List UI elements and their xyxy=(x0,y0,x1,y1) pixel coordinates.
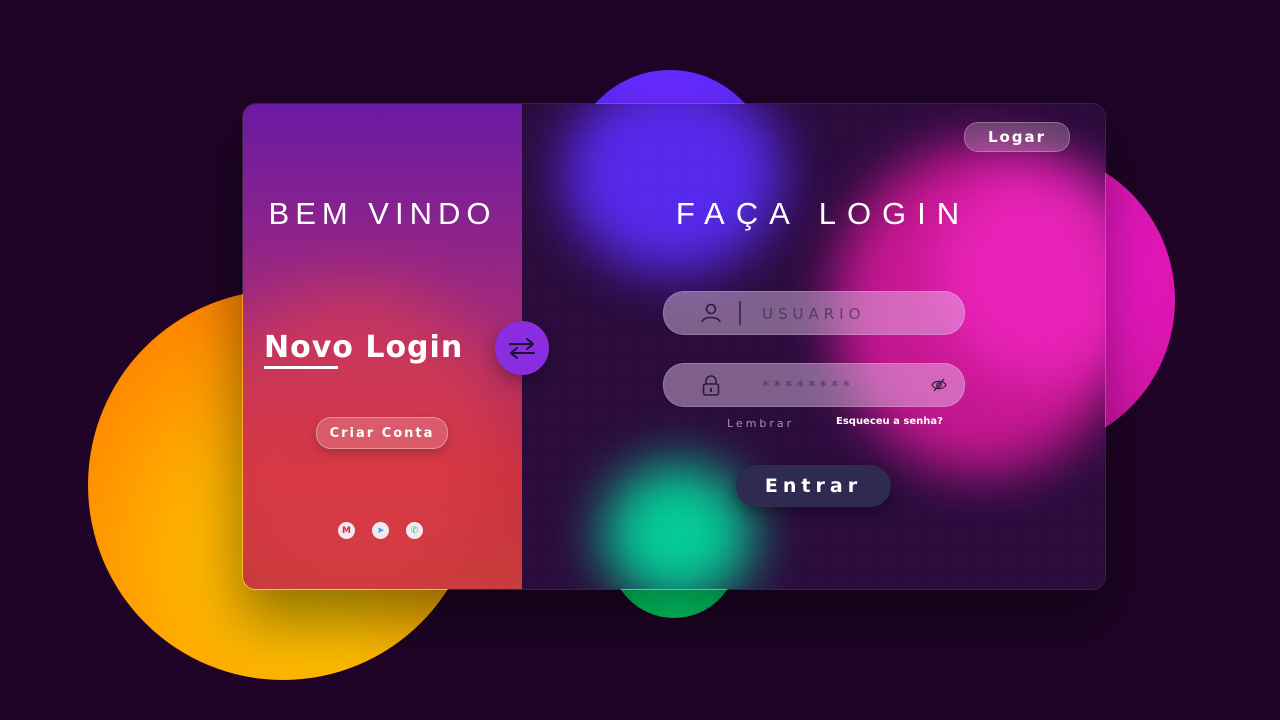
lock-icon xyxy=(702,375,720,396)
swap-panels-button[interactable] xyxy=(495,321,549,375)
eye-slash-icon[interactable] xyxy=(931,377,947,393)
login-card: BEM VINDO Novo Login Criar Conta M ➤ ✆ L… xyxy=(242,103,1106,590)
new-login-underline xyxy=(264,366,338,369)
user-icon xyxy=(701,303,721,323)
whatsapp-icon[interactable]: ✆ xyxy=(406,522,423,539)
gmail-icon[interactable]: M xyxy=(338,522,355,539)
forgot-password-link[interactable]: Esqueceu a senha? xyxy=(836,416,943,427)
login-title: FAÇA LOGIN xyxy=(675,196,971,231)
welcome-title: BEM VINDO xyxy=(268,196,497,231)
create-account-button[interactable]: Criar Conta xyxy=(316,417,448,449)
username-input[interactable] xyxy=(760,292,934,336)
swap-arrows-icon xyxy=(509,338,535,359)
social-links: M ➤ ✆ xyxy=(338,522,423,539)
username-separator xyxy=(739,301,741,325)
new-login-heading: Novo Login xyxy=(264,330,464,365)
password-input[interactable] xyxy=(760,364,934,408)
submit-login-button[interactable]: Entrar xyxy=(736,465,891,507)
telegram-icon[interactable]: ➤ xyxy=(372,522,389,539)
username-field[interactable] xyxy=(663,291,965,336)
password-field[interactable] xyxy=(663,363,965,408)
welcome-panel: BEM VINDO Novo Login Criar Conta M ➤ ✆ xyxy=(243,104,522,589)
logar-button[interactable]: Logar xyxy=(964,122,1070,152)
remember-checkbox-label[interactable]: Lembrar xyxy=(727,417,794,430)
